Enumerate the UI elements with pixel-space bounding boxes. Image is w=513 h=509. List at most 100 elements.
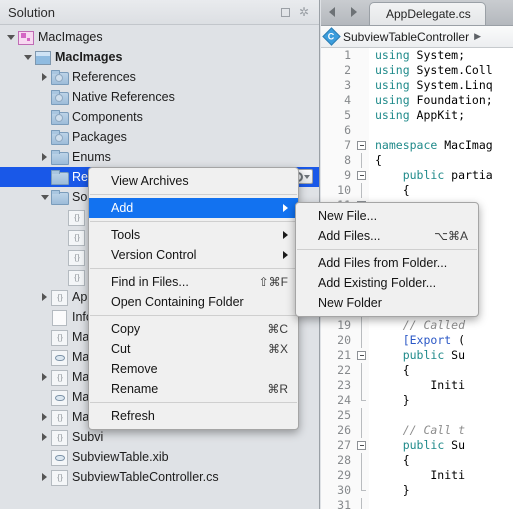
- breadcrumb-class[interactable]: SubviewTableController: [343, 30, 469, 44]
- menu-item-new-folder[interactable]: New Folder: [296, 293, 478, 313]
- back-arrow-icon[interactable]: [321, 0, 343, 25]
- menu-item-label: New File...: [318, 209, 378, 223]
- line-number: 29: [321, 468, 355, 483]
- menu-item-new-file[interactable]: New File...: [296, 206, 478, 226]
- code-text: {: [375, 153, 382, 167]
- menu-item-cut[interactable]: Cut ⌘X: [89, 339, 298, 359]
- code-fold-marker: [355, 333, 369, 348]
- menu-item-add-files-from-folder[interactable]: Add Files from Folder...: [296, 253, 478, 273]
- code-fold-marker: [355, 63, 369, 78]
- code-fold-marker[interactable]: [355, 348, 369, 363]
- tree-row[interactable]: Enums: [0, 147, 319, 167]
- code-text: using System;: [375, 48, 466, 62]
- close-icon[interactable]: ✲: [297, 5, 311, 19]
- line-number: 24: [321, 393, 355, 408]
- code-fold-marker[interactable]: [355, 168, 369, 183]
- twisty-open-icon[interactable]: [21, 54, 34, 60]
- code-fold-marker: [355, 153, 369, 168]
- context-menu[interactable]: View Archives Add Tools Version Control Find…: [88, 167, 299, 430]
- add-submenu[interactable]: New File... Add Files... ⌥⌘A Add Files from…: [295, 202, 479, 317]
- twisty-closed-icon[interactable]: [38, 433, 51, 441]
- chevron-right-icon: ▶: [474, 31, 481, 41]
- line-number: 6: [321, 123, 355, 138]
- menu-item-find-in-files[interactable]: Find in Files... ⇧⌘F: [89, 272, 298, 292]
- twisty-closed-icon[interactable]: [38, 73, 51, 81]
- menu-item-copy[interactable]: Copy ⌘C: [89, 319, 298, 339]
- menu-item-add[interactable]: Add: [89, 198, 298, 218]
- menu-item-rename[interactable]: Rename ⌘R: [89, 379, 298, 399]
- twisty-closed-icon[interactable]: [38, 413, 51, 421]
- code-fold-marker: [355, 108, 369, 123]
- code-fold-marker: [355, 453, 369, 468]
- line-number: 7: [321, 138, 355, 153]
- code-fold-marker[interactable]: [355, 438, 369, 453]
- folder-icon: [51, 170, 69, 185]
- line-number: 2: [321, 63, 355, 78]
- tree-row[interactable]: SubviewTableController.cs: [0, 467, 319, 487]
- tree-row-label: Components: [72, 110, 143, 124]
- code-fold-marker: [355, 78, 369, 93]
- project-icon: [34, 50, 51, 65]
- tree-row[interactable]: MacImages: [0, 47, 319, 67]
- plain-file-icon: [51, 310, 67, 326]
- tree-row[interactable]: Subvi: [0, 427, 319, 447]
- code-line: 9 public partia: [321, 168, 513, 183]
- twisty-open-icon[interactable]: [38, 194, 51, 200]
- menu-separator: [90, 194, 297, 195]
- code-fold-marker: [355, 93, 369, 108]
- menu-item-version-control[interactable]: Version Control: [89, 245, 298, 265]
- cs-file-icon: [68, 270, 85, 286]
- code-fold-marker: [355, 423, 369, 438]
- line-number: 21: [321, 348, 355, 363]
- menu-item-shortcut: ⌘X: [267, 342, 288, 356]
- xib-file-icon: [51, 450, 68, 466]
- menu-item-tools[interactable]: Tools: [89, 225, 298, 245]
- tree-row[interactable]: SubviewTable.xib: [0, 447, 319, 467]
- forward-arrow-icon[interactable]: [343, 0, 365, 25]
- solution-pad-header: Solution ✲: [0, 0, 319, 25]
- line-number: 9: [321, 168, 355, 183]
- menu-item-view-archives[interactable]: View Archives: [89, 171, 298, 191]
- code-fold-marker[interactable]: [355, 138, 369, 153]
- editor-tabbar: AppDelegate.cs: [321, 0, 513, 26]
- code-line: 29 Initi: [321, 468, 513, 483]
- code-line: 4 using Foundation;: [321, 93, 513, 108]
- menu-item-label: New Folder: [318, 296, 382, 310]
- line-number: 27: [321, 438, 355, 453]
- code-line: 7 namespace MacImag: [321, 138, 513, 153]
- twisty-closed-icon[interactable]: [38, 293, 51, 301]
- tree-row-label: SubviewTableController.cs: [72, 470, 219, 484]
- tree-row[interactable]: References: [0, 67, 319, 87]
- menu-item-open-containing-folder[interactable]: Open Containing Folder: [89, 292, 298, 312]
- menu-item-label: Copy: [111, 322, 141, 336]
- twisty-closed-icon[interactable]: [38, 153, 51, 161]
- tree-row[interactable]: MacImages: [0, 27, 319, 47]
- menu-item-add-files[interactable]: Add Files... ⌥⌘A: [296, 226, 478, 246]
- menu-item-label: Open Containing Folder: [111, 295, 244, 309]
- twisty-closed-icon[interactable]: [38, 373, 51, 381]
- line-number: 23: [321, 378, 355, 393]
- menu-item-label: Add Files...: [318, 229, 381, 243]
- code-line: 27 public Su: [321, 438, 513, 453]
- tree-row[interactable]: Components: [0, 107, 319, 127]
- cs-file-icon: [51, 290, 68, 306]
- dock-icon[interactable]: [278, 5, 292, 19]
- menu-item-refresh[interactable]: Refresh: [89, 406, 298, 426]
- tree-row-label: MacImages: [38, 30, 103, 44]
- page-title: Solution: [8, 4, 55, 20]
- line-number: 25: [321, 408, 355, 423]
- code-text: [Export (: [402, 333, 466, 347]
- menu-item-remove[interactable]: Remove: [89, 359, 298, 379]
- folder-gear-icon: [51, 130, 69, 145]
- tree-row-label: References: [72, 70, 136, 84]
- code-line: 31: [321, 498, 513, 509]
- menu-item-add-existing-folder[interactable]: Add Existing Folder...: [296, 273, 478, 293]
- tree-row[interactable]: Packages: [0, 127, 319, 147]
- line-number: 31: [321, 498, 355, 509]
- code-line: 1 using System;: [321, 48, 513, 63]
- code-line: 25: [321, 408, 513, 423]
- tab-appdelegate-cs[interactable]: AppDelegate.cs: [369, 2, 486, 25]
- twisty-closed-icon[interactable]: [38, 473, 51, 481]
- twisty-open-icon[interactable]: [4, 34, 17, 40]
- tree-row[interactable]: Native References: [0, 87, 319, 107]
